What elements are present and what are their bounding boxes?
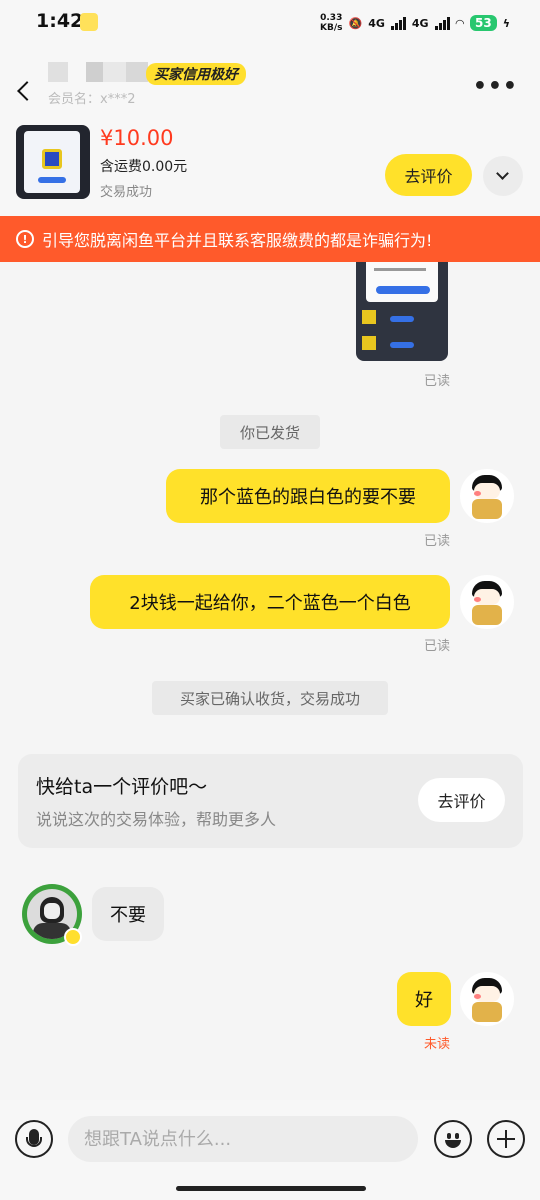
message-read-status: 已读	[424, 534, 451, 549]
microphone-stand	[26, 1137, 42, 1147]
network-type-1: 4G	[368, 16, 385, 30]
product-thumbnail[interactable]	[16, 125, 90, 199]
member-name: 会员名：x***2	[48, 92, 136, 107]
notification-app-icon	[80, 13, 98, 31]
status-time: 1:42	[36, 10, 84, 32]
more-horizontal-icon[interactable]: •••	[473, 74, 518, 99]
review-card-subtitle: 说说这次的交易体验，帮助更多人	[36, 810, 277, 829]
expand-button[interactable]	[483, 156, 523, 196]
voice-button[interactable]	[15, 1120, 53, 1158]
chat-bubble-outgoing[interactable]: 好	[397, 972, 451, 1026]
product-shipping: 含运费0.00元	[100, 159, 188, 175]
my-avatar[interactable]	[460, 469, 514, 523]
mute-icon: 🔕	[348, 16, 363, 30]
network-speed-value: 0.33	[320, 13, 343, 23]
image-read-status: 已读	[424, 374, 451, 389]
system-message-shipped: 你已发货	[220, 415, 320, 449]
review-button-header[interactable]: 去评价	[385, 154, 472, 196]
warning-icon: !	[16, 230, 34, 248]
chevron-down-icon	[496, 167, 509, 180]
network-speed: 0.33 KB/s	[320, 13, 342, 33]
system-message-confirmed: 买家已确认收货，交易成功	[152, 681, 388, 715]
chat-bubble-outgoing[interactable]: 那个蓝色的跟白色的要不要	[166, 469, 450, 523]
chat-image-message[interactable]	[356, 262, 448, 361]
emoji-eye	[455, 1133, 459, 1139]
chat-bubble-incoming[interactable]: 不要	[92, 887, 164, 941]
home-indicator[interactable]	[176, 1186, 366, 1191]
my-avatar[interactable]	[460, 575, 514, 629]
credit-badge: 买家信用极好	[146, 63, 246, 85]
battery-indicator: 53	[470, 15, 497, 31]
signal-icon-2	[434, 16, 450, 30]
plus-icon-vertical	[505, 1130, 507, 1148]
status-indicators: 0.33 KB/s 🔕 4G 4G ◠ 53 ϟ	[320, 12, 510, 34]
chat-header: 买家信用极好 会员名：x***2 ••• ¥10.00 含运费0.00元 交易成…	[0, 44, 540, 216]
emoji-eye	[447, 1133, 451, 1139]
fraud-warning-text: 引导您脱离闲鱼平台并且联系客服缴费的都是诈骗行为!	[42, 231, 433, 250]
status-bar: 1:42 0.33 KB/s 🔕 4G 4G ◠ 53 ϟ	[0, 0, 540, 44]
seller-name-blurred	[48, 62, 148, 82]
message-unread-status: 未读	[424, 1037, 451, 1052]
seller-avatar[interactable]	[22, 884, 82, 946]
chat-bubble-outgoing[interactable]: 2块钱一起给你，二个蓝色一个白色	[90, 575, 450, 629]
emoji-button[interactable]	[434, 1120, 472, 1158]
review-button-card[interactable]: 去评价	[418, 778, 505, 822]
network-speed-unit: KB/s	[320, 23, 343, 33]
review-prompt-card: 快给ta一个评价吧～ 说说这次的交易体验，帮助更多人 去评价	[18, 754, 523, 848]
network-type-2: 4G	[411, 16, 429, 30]
my-avatar[interactable]	[460, 972, 514, 1026]
review-card-title: 快给ta一个评价吧～	[36, 776, 208, 798]
fraud-warning-bar: ! 引导您脱离闲鱼平台并且联系客服缴费的都是诈骗行为!	[0, 216, 540, 262]
add-button[interactable]	[487, 1120, 525, 1158]
trade-status: 交易成功	[100, 185, 153, 200]
emoji-mouth	[445, 1140, 461, 1148]
wifi-icon: ◠	[455, 16, 465, 30]
back-icon[interactable]	[17, 81, 37, 101]
message-input[interactable]	[68, 1116, 418, 1162]
input-bar	[0, 1100, 540, 1200]
signal-icon	[390, 16, 406, 30]
product-price: ¥10.00	[100, 126, 174, 150]
charging-icon: ϟ	[502, 16, 510, 30]
seller-badge-icon	[64, 928, 82, 946]
message-read-status: 已读	[424, 639, 451, 654]
